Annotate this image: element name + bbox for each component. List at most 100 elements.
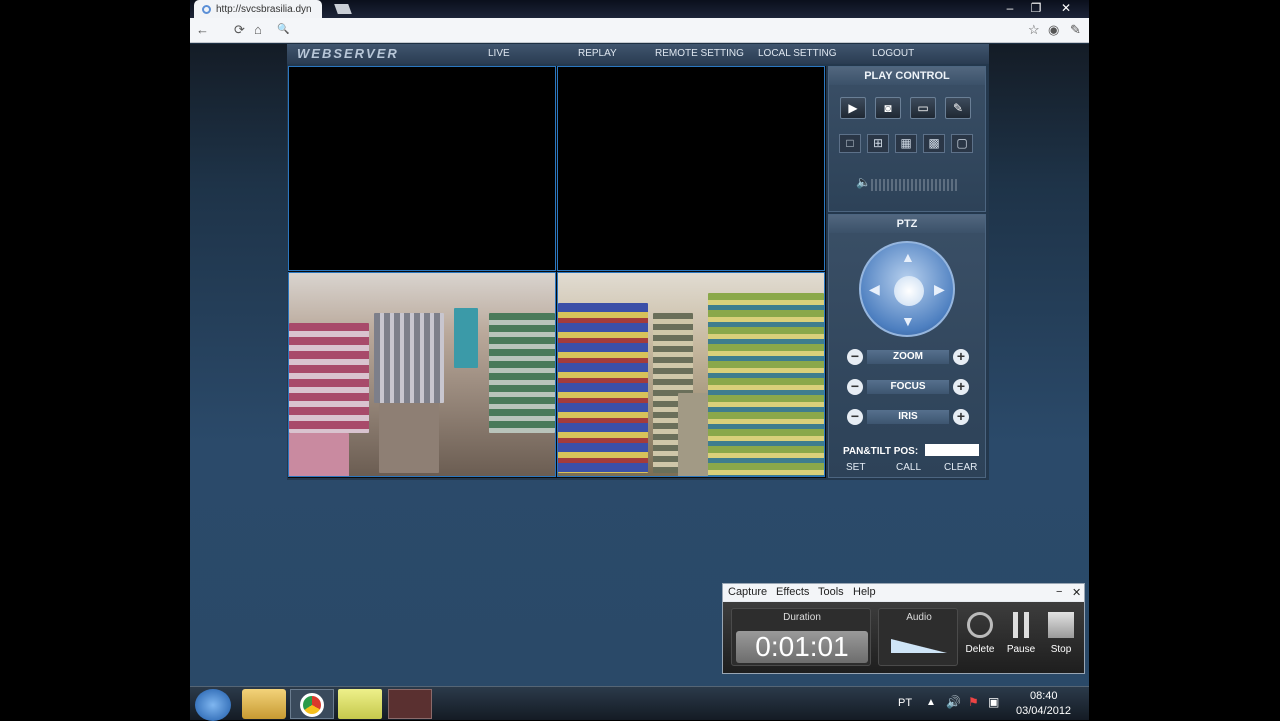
volume-icon[interactable]: 🔊 [946,695,961,709]
iris-control: − IRIS + [847,409,969,425]
video-channel-4[interactable] [557,272,825,477]
play-icon[interactable]: ▶ [840,97,866,119]
layout-16-icon[interactable]: ▩ [923,134,945,153]
language-indicator[interactable]: PT [898,697,912,709]
record-icon[interactable]: ▭ [910,97,936,119]
layout-1-icon[interactable]: □ [839,134,861,153]
set-button[interactable]: SET [846,462,865,473]
play-control-title: PLAY CONTROL [829,67,985,85]
menu-capture[interactable]: Capture [728,586,767,598]
layout-4-icon[interactable]: ⊞ [867,134,889,153]
delete-label: Delete [965,644,995,655]
iris-minus-icon[interactable]: − [847,409,863,425]
back-icon[interactable]: ← [196,22,209,37]
focus-control: − FOCUS + [847,379,969,395]
menu-effects[interactable]: Effects [776,586,809,598]
ptz-joystick[interactable]: ▲ ▼ ◀ ▶ [859,241,955,337]
zoom-label: ZOOM [867,350,949,364]
focus-plus-icon[interactable]: + [953,379,969,395]
sticky-notes-icon[interactable] [338,689,382,719]
zoom-in-icon[interactable]: + [953,349,969,365]
browser-toolbar: ← ⟳ ⌂ 🔍 ☆ ◉ ✎ [190,18,1089,43]
clock-time[interactable]: 08:40 [1030,690,1058,702]
recorder-menu: Capture Effects Tools Help − ✕ [723,584,1084,601]
play-control-panel: PLAY CONTROL ▶ ◙ ▭ ✎ □ ⊞ ▦ ▩ ▢ 🔈 [828,66,986,212]
video-channel-3[interactable] [288,272,556,477]
new-tab-button[interactable] [334,4,352,14]
bookmark-star-icon[interactable]: ☆ [1028,22,1040,38]
pause-button[interactable]: Pause [1001,612,1041,655]
pause-label: Pause [1006,644,1036,655]
speaker-icon[interactable]: 🔈 [856,175,871,189]
duration-label: Duration [783,612,821,623]
talk-icon[interactable]: ✎ [945,97,971,119]
layout-9-icon[interactable]: ▦ [895,134,917,153]
windows-taskbar: PT ▲ 🔊 ⚑ ▣ 08:40 03/04/2012 [190,686,1089,721]
volume-slider[interactable] [871,179,957,191]
iris-plus-icon[interactable]: + [953,409,969,425]
recorder-minimize-icon[interactable]: − [1056,586,1062,598]
ptz-title: PTZ [829,215,985,233]
tray-expand-icon[interactable]: ▲ [926,697,936,708]
ptz-panel: PTZ ▲ ▼ ◀ ▶ − ZOOM + − FOCUS + − IRIS + … [828,214,986,478]
stop-label: Stop [1050,644,1072,655]
logo: WEBSERVER [297,46,399,61]
joystick-center[interactable] [894,276,924,306]
nav-live[interactable]: LIVE [488,48,510,59]
delete-button[interactable]: Delete [960,612,1000,655]
focus-minus-icon[interactable]: − [847,379,863,395]
reload-icon[interactable]: ⟳ [234,22,245,38]
flag-icon[interactable]: ⚑ [968,695,979,709]
nav-local-setting[interactable]: LOCAL SETTING [758,48,837,59]
stop-button[interactable]: Stop [1041,612,1081,655]
network-icon[interactable]: ▣ [988,695,999,709]
menu-tools[interactable]: Tools [818,586,844,598]
recorder-close-icon[interactable]: ✕ [1072,586,1081,599]
nav-replay[interactable]: REPLAY [578,48,617,59]
chrome-icon[interactable] [290,689,334,719]
minimize-button[interactable]: – [997,0,1023,16]
pause-icon [1013,612,1029,638]
clock-date[interactable]: 03/04/2012 [1016,705,1071,717]
arrow-right-icon[interactable]: ▶ [934,281,945,298]
main-nav: WEBSERVER LIVE REPLAY REMOTE SETTING LOC… [287,44,989,64]
start-button[interactable] [195,689,231,721]
explorer-icon[interactable] [242,689,286,719]
menu-help[interactable]: Help [853,586,876,598]
zoom-out-icon[interactable]: − [847,349,863,365]
address-bar[interactable] [294,22,1014,38]
arrow-left-icon[interactable]: ◀ [869,281,880,298]
close-window-button[interactable]: ✕ [1053,0,1079,16]
delete-icon [967,612,993,638]
extension-icon[interactable]: ◉ [1048,22,1059,38]
maximize-button[interactable]: ❐ [1023,0,1049,16]
webserver-app: WEBSERVER LIVE REPLAY REMOTE SETTING LOC… [287,44,989,480]
duration-value: 0:01:01 [736,631,868,663]
call-button[interactable]: CALL [896,462,921,473]
focus-label: FOCUS [867,380,949,394]
camera-feed-3 [289,273,555,476]
capture-recorder-window: Capture Effects Tools Help − ✕ Duration … [722,583,1085,674]
iris-label: IRIS [867,410,949,424]
home-icon[interactable]: ⌂ [254,22,262,37]
tab-bar: http://svcsbrasilia.dyn – ❐ ✕ [190,0,1089,18]
nav-logout[interactable]: LOGOUT [872,48,914,59]
browser-tab[interactable]: http://svcsbrasilia.dyn [194,0,322,18]
video-channel-2[interactable] [557,66,825,271]
fullscreen-icon[interactable]: ▢ [951,134,973,153]
duration-box: Duration 0:01:01 [731,608,871,666]
clear-button[interactable]: CLEAR [944,462,977,473]
video-grid [288,66,826,478]
audio-level-slider[interactable] [891,639,947,653]
screen-recorder-icon[interactable] [388,689,432,719]
audio-label: Audio [906,612,932,623]
snapshot-icon[interactable]: ◙ [875,97,901,119]
arrow-up-icon[interactable]: ▲ [901,249,915,265]
zoom-control: − ZOOM + [847,349,969,365]
wrench-icon[interactable]: ✎ [1070,22,1081,38]
nav-remote-setting[interactable]: REMOTE SETTING [655,48,744,59]
stop-icon [1048,612,1074,638]
video-channel-1[interactable] [288,66,556,271]
arrow-down-icon[interactable]: ▼ [901,313,915,329]
pan-tilt-input[interactable] [925,444,979,456]
